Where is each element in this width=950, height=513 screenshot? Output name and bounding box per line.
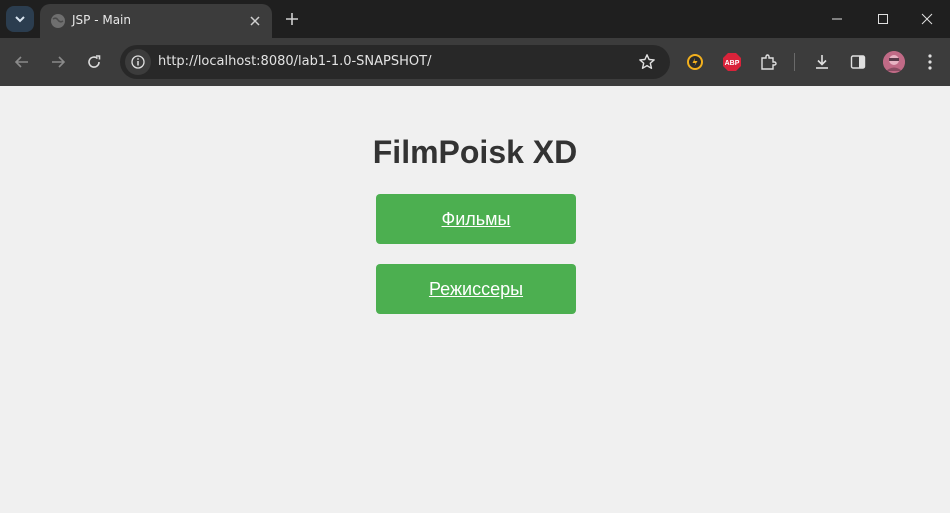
maximize-button[interactable] [860, 0, 906, 38]
side-panel-icon [850, 55, 866, 69]
chevron-down-icon [15, 16, 25, 23]
browser-menu-button[interactable] [919, 51, 941, 73]
download-icon [816, 55, 828, 69]
adblock-plus-icon: ABP [723, 53, 741, 71]
side-panel-button[interactable] [847, 51, 869, 73]
maximize-icon [878, 14, 888, 24]
tab-search-button[interactable] [6, 6, 34, 32]
bookmark-star-icon[interactable] [638, 53, 656, 71]
arrow-right-icon [52, 56, 66, 68]
close-icon [921, 13, 933, 25]
yellow-extension-icon[interactable] [684, 51, 706, 73]
globe-icon [51, 14, 65, 28]
minimize-icon [832, 18, 842, 20]
kebab-menu-icon [928, 54, 932, 70]
abp-icon[interactable]: ABP [721, 51, 743, 73]
url-text[interactable]: http://localhost:8080/lab1-1.0-SNAPSHOT/ [158, 54, 431, 69]
directors-link-button[interactable]: Режиссеры [376, 264, 576, 314]
abp-label: ABP [725, 60, 740, 67]
reload-icon [88, 55, 101, 68]
page-content: FilmPoisk XD Фильмы Режиссеры [0, 86, 950, 513]
tab-title: JSP - Main [72, 13, 131, 27]
tab-strip: JSP - Main [0, 0, 950, 38]
films-link-button[interactable]: Фильмы [376, 194, 576, 244]
page-title: FilmPoisk XD [372, 134, 578, 170]
close-window-button[interactable] [904, 0, 950, 38]
site-info-button[interactable] [125, 49, 151, 75]
address-bar[interactable]: http://localhost:8080/lab1-1.0-SNAPSHOT/ [120, 45, 670, 79]
reload-button[interactable] [82, 50, 106, 74]
arrow-left-icon [14, 56, 28, 68]
puzzle-icon [761, 54, 777, 70]
minimize-button[interactable] [814, 0, 860, 38]
tab-active[interactable]: JSP - Main [40, 4, 272, 38]
toolbar-divider [794, 53, 795, 71]
new-tab-icon[interactable] [283, 10, 301, 28]
back-button[interactable] [10, 50, 34, 74]
close-tab-icon[interactable] [248, 14, 262, 28]
avatar-image-icon [883, 51, 905, 73]
profile-avatar[interactable] [883, 51, 905, 73]
extensions-button[interactable] [757, 51, 779, 73]
info-icon [131, 55, 145, 69]
downloads-button[interactable] [811, 51, 833, 73]
browser-toolbar: http://localhost:8080/lab1-1.0-SNAPSHOT/… [0, 38, 950, 86]
extension-badge-icon [687, 54, 703, 70]
forward-button[interactable] [46, 50, 70, 74]
